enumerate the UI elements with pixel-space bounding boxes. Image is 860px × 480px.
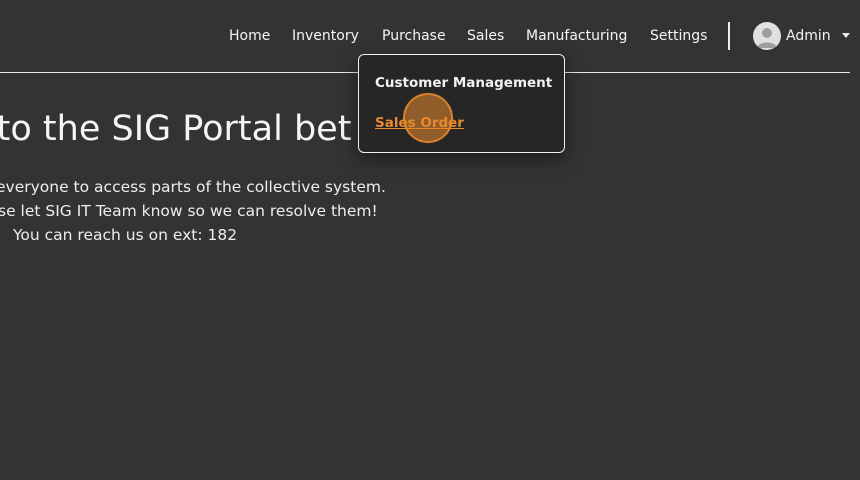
dropdown-section-header: Customer Management: [375, 75, 553, 91]
nav-home[interactable]: Home: [229, 26, 270, 46]
nav-sales[interactable]: Sales: [467, 26, 504, 46]
nav-purchase[interactable]: Purchase: [382, 26, 446, 46]
sales-order-link[interactable]: Sales Order: [375, 115, 464, 131]
nav-inventory[interactable]: Inventory: [292, 26, 359, 46]
caret-down-icon: [842, 33, 850, 38]
user-name: Admin: [786, 28, 831, 44]
welcome-text-line-2: se let SIG IT Team know so we can resolv…: [0, 202, 378, 220]
welcome-title: e to the SIG Portal bet: [0, 109, 352, 149]
welcome-text-line-3: You can reach us on ext: 182: [13, 226, 238, 244]
nav-manufacturing[interactable]: Manufacturing: [526, 26, 627, 46]
user-avatar-icon: [753, 22, 781, 50]
nav-settings[interactable]: Settings: [650, 26, 707, 46]
welcome-text-line-1: everyone to access parts of the collecti…: [0, 178, 386, 196]
sales-dropdown-menu: Customer Management Sales Order: [358, 54, 565, 153]
nav-divider: [728, 22, 730, 50]
